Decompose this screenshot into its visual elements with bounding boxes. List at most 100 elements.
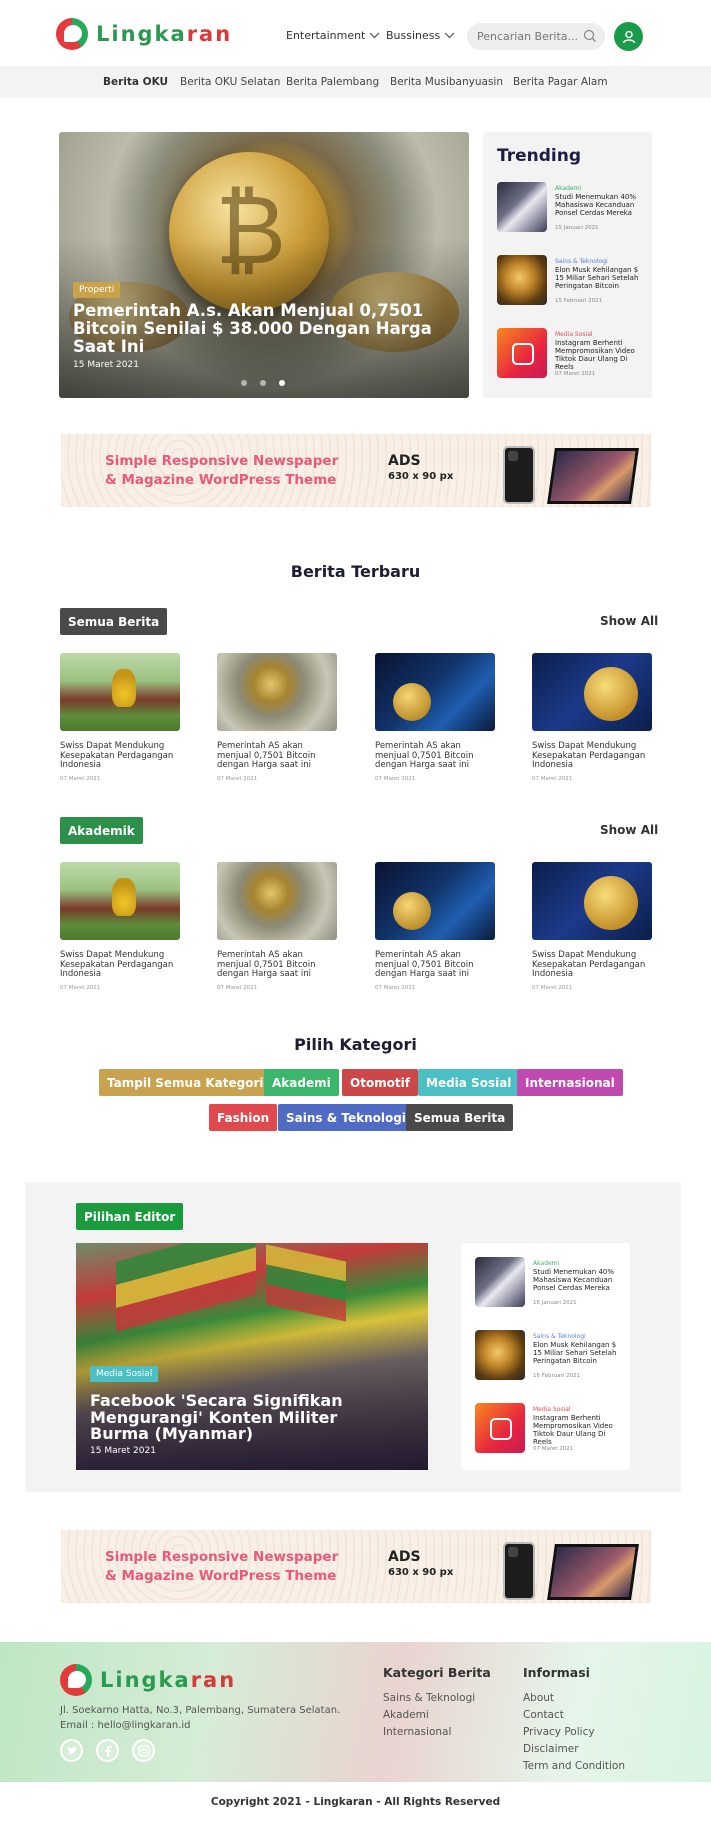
category-chip[interactable]: Sains & Teknologi [278, 1104, 414, 1131]
category-chip[interactable]: Media Sosial [418, 1069, 520, 1096]
news-card-title[interactable]: Pemerintah AS akan menjual 0,7501 Bitcoi… [217, 741, 337, 771]
ad-banner-top[interactable]: Simple Responsive Newspaper & Magazine W… [61, 434, 651, 507]
chip-pilihan-editor[interactable]: Pilihan Editor [76, 1203, 184, 1230]
hero-title[interactable]: Pemerintah A.s. Akan Menjual 0,7501 Bitc… [73, 302, 433, 356]
search-input[interactable] [477, 30, 577, 43]
chip-akademik[interactable]: Akademik [60, 817, 143, 844]
news-card-image[interactable] [375, 862, 495, 940]
footer-link[interactable]: Sains & Teknologi [383, 1692, 491, 1704]
category-chip[interactable]: Internasional [517, 1069, 623, 1096]
category-chip[interactable]: Tampil Semua Kategori [99, 1069, 272, 1096]
news-card-image[interactable] [217, 862, 337, 940]
news-card-title[interactable]: Swiss Dapat Mendukung Kesepakatan Perdag… [532, 741, 652, 771]
news-card[interactable]: Pemerintah AS akan menjual 0,7501 Bitcoi… [217, 653, 337, 782]
chevron-down-icon [444, 32, 455, 39]
news-card-title[interactable]: Pemerintah AS akan menjual 0,7501 Bitcoi… [375, 950, 495, 980]
site-logo[interactable]: Lingkaran [56, 18, 232, 50]
hero-date: 15 Maret 2021 [73, 360, 139, 370]
footer-link[interactable]: Disclaimer [523, 1743, 625, 1755]
news-card-image[interactable] [532, 653, 652, 731]
editor-category: Sains & Teknologi [533, 1333, 586, 1340]
footer-link[interactable]: About [523, 1692, 625, 1704]
footer-link[interactable]: Term and Condition [523, 1760, 625, 1772]
trending-title: Trending [497, 146, 582, 166]
ad-label: ADS [388, 453, 421, 469]
ad-banner-bottom[interactable]: Simple Responsive Newspaper & Magazine W… [61, 1530, 651, 1603]
footer-link[interactable]: Privacy Policy [523, 1726, 625, 1738]
reels-icon [497, 328, 547, 378]
footer-email[interactable]: Email : hello@lingkaran.id [60, 1720, 191, 1731]
news-card[interactable]: Swiss Dapat Mendukung Kesepakatan Perdag… [532, 862, 652, 991]
news-card-title[interactable]: Swiss Dapat Mendukung Kesepakatan Perdag… [60, 741, 180, 771]
news-card-title[interactable]: Swiss Dapat Mendukung Kesepakatan Perdag… [60, 950, 180, 980]
slider-dot[interactable] [241, 380, 247, 386]
news-card[interactable]: Swiss Dapat Mendukung Kesepakatan Perdag… [532, 653, 652, 782]
trending-item-title[interactable]: Studi Menemukan 40% Mahasiswa Kecanduan … [555, 193, 645, 217]
slider-dot-active[interactable] [279, 380, 285, 386]
section-title-latest: Berita Terbaru [290, 562, 421, 581]
section-title-categories: Pilih Kategori [294, 1035, 417, 1054]
reels-icon [475, 1403, 525, 1453]
footer-link[interactable]: Contact [523, 1709, 625, 1721]
editor-feature-card[interactable]: Media Sosial Facebook 'Secara Signifikan… [76, 1243, 428, 1470]
footer-link[interactable]: Internasional [383, 1726, 491, 1738]
editor-item[interactable]: Sains & Teknologi Elon Musk Kehilangan $… [475, 1330, 616, 1403]
editor-item-title[interactable]: Elon Musk Kehilangan $ 15 Miliar Sehari … [533, 1341, 623, 1365]
category-chip[interactable]: Akademi [264, 1069, 339, 1096]
news-card[interactable]: Pemerintah AS akan menjual 0,7501 Bitcoi… [375, 862, 495, 991]
news-card[interactable]: Swiss Dapat Mendukung Kesepakatan Perdag… [60, 862, 180, 991]
nav-bussiness[interactable]: Bussiness [386, 29, 455, 42]
category-chip[interactable]: Semua Berita [406, 1104, 514, 1131]
trending-item[interactable]: Sains & Teknologi Elon Musk Kehilangan $… [497, 255, 638, 328]
nav-entertainment[interactable]: Entertainment [286, 29, 380, 42]
search-box[interactable] [467, 23, 605, 50]
trending-item[interactable]: Media Sosial Instagram Berhenti Mempromo… [497, 328, 638, 401]
subnav-link[interactable]: Berita OKU Selatan [180, 76, 280, 88]
news-card-title[interactable]: Swiss Dapat Mendukung Kesepakatan Perdag… [532, 950, 652, 980]
hero-category-tag[interactable]: Properti [73, 282, 121, 298]
trending-category: Sains & Teknologi [555, 258, 608, 265]
news-card-image[interactable] [60, 653, 180, 731]
show-all-link[interactable]: Show All [600, 823, 658, 837]
subnav-link[interactable]: Berita Musibanyuasin [390, 76, 503, 88]
editor-item[interactable]: Akademi Studi Menemukan 40% Mahasiswa Ke… [475, 1257, 616, 1330]
news-card-image[interactable] [532, 862, 652, 940]
subnav-link[interactable]: Berita Pagar Alam [513, 76, 608, 88]
editor-item-title[interactable]: Studi Menemukan 40% Mahasiswa Kecanduan … [533, 1268, 623, 1292]
twitter-bird-icon [66, 1746, 77, 1754]
news-card-title[interactable]: Pemerintah AS akan menjual 0,7501 Bitcoi… [217, 950, 337, 980]
footer-link[interactable]: Akademi [383, 1709, 491, 1721]
hero-slider[interactable]: Properti Pemerintah A.s. Akan Menjual 0,… [59, 132, 469, 398]
category-chip[interactable]: Fashion [209, 1104, 278, 1131]
feature-title[interactable]: Facebook 'Secara Signifikan Mengurangi' … [90, 1392, 390, 1443]
subnav-link[interactable]: Berita OKU [103, 76, 168, 88]
news-card-image[interactable] [375, 653, 495, 731]
editor-item-title[interactable]: Instagram Berhenti Mempromosikan Video T… [533, 1414, 623, 1446]
news-card-image[interactable] [60, 862, 180, 940]
facebook-icon[interactable] [96, 1739, 119, 1762]
trending-item-title[interactable]: Elon Musk Kehilangan $ 15 Miliar Sehari … [555, 266, 645, 290]
show-all-link[interactable]: Show All [600, 614, 658, 628]
news-card[interactable]: Pemerintah AS akan menjual 0,7501 Bitcoi… [375, 653, 495, 782]
footer-logo[interactable]: Lingkaran [60, 1664, 236, 1696]
subnav-link[interactable]: Berita Palembang [286, 76, 379, 88]
trending-date: 07 Maret 2021 [555, 371, 596, 377]
trending-item-title[interactable]: Instagram Berhenti Mempromosikan Video T… [555, 339, 645, 371]
news-card[interactable]: Swiss Dapat Mendukung Kesepakatan Perdag… [60, 653, 180, 782]
slider-dot[interactable] [260, 380, 266, 386]
user-account-button[interactable] [614, 22, 643, 51]
news-card[interactable]: Pemerintah AS akan menjual 0,7501 Bitcoi… [217, 862, 337, 991]
search-icon[interactable] [583, 29, 597, 43]
ad-laptop-image [547, 1544, 639, 1600]
editor-item[interactable]: Media Sosial Instagram Berhenti Mempromo… [475, 1403, 616, 1476]
trending-item[interactable]: Akademi Studi Menemukan 40% Mahasiswa Ke… [497, 182, 638, 255]
feature-category-tag[interactable]: Media Sosial [90, 1366, 159, 1382]
chip-semua-berita[interactable]: Semua Berita [60, 608, 168, 635]
twitter-icon[interactable] [60, 1739, 83, 1762]
news-card-image[interactable] [217, 653, 337, 731]
news-card-title[interactable]: Pemerintah AS akan menjual 0,7501 Bitcoi… [375, 741, 495, 771]
instagram-icon[interactable] [132, 1739, 155, 1762]
editor-date: 15 Januari 2021 [533, 1300, 577, 1306]
category-chip[interactable]: Otomotif [342, 1069, 418, 1096]
news-card-date: 07 Maret 2021 [532, 775, 573, 782]
